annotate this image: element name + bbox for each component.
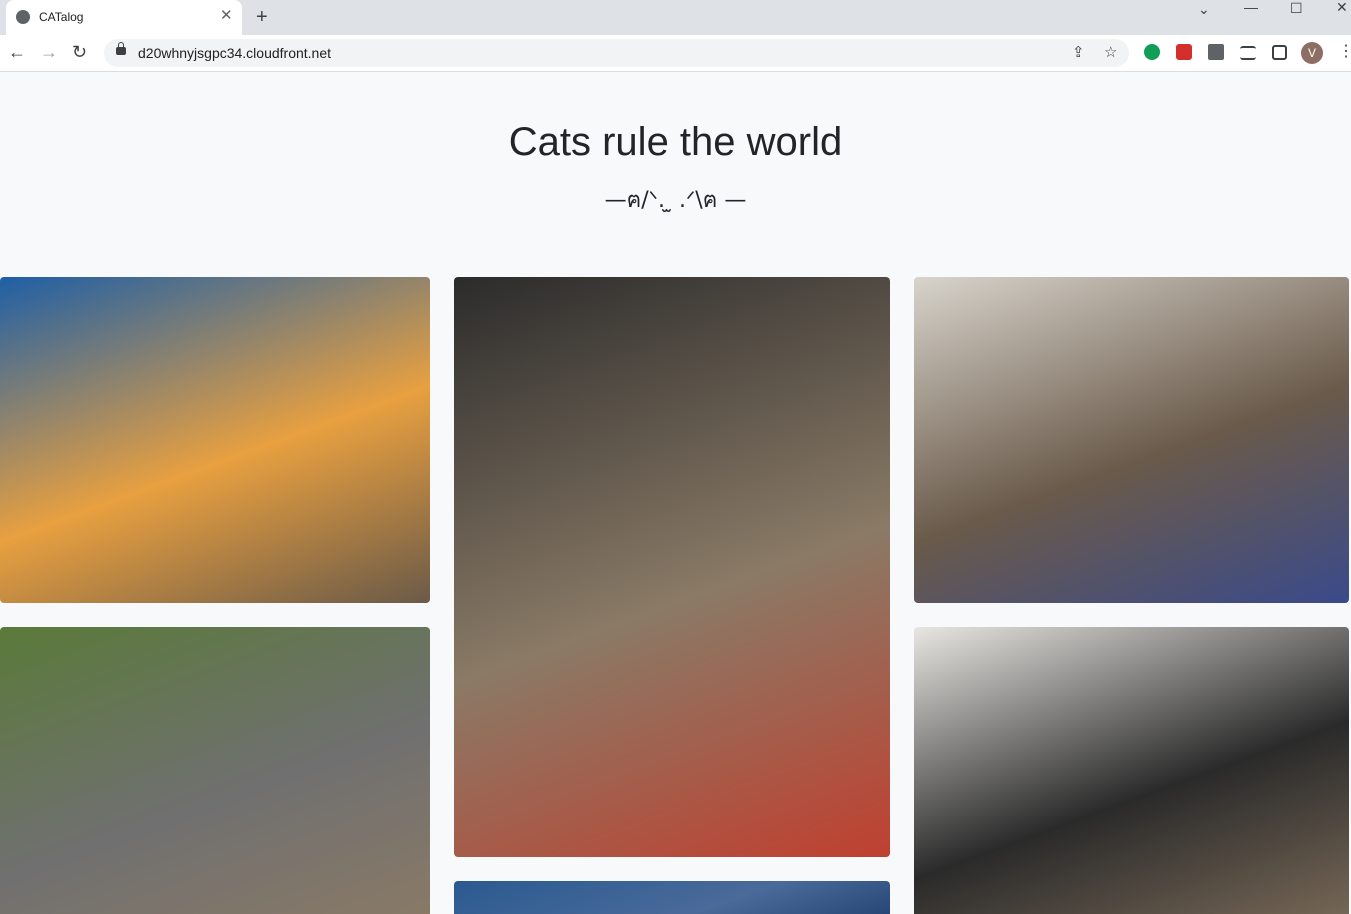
- share-icon[interactable]: ⇪: [1072, 43, 1085, 61]
- page-title: Cats rule the world: [508, 120, 843, 164]
- password-icon[interactable]: [1176, 44, 1192, 60]
- avatar[interactable]: V: [1301, 42, 1323, 64]
- tab-search-icon[interactable]: ⌄: [1198, 2, 1210, 16]
- menu-icon[interactable]: ⋮: [1338, 41, 1351, 63]
- sidepanel-icon[interactable]: [1272, 45, 1287, 60]
- cat-photo-partial: [454, 881, 890, 914]
- close-window-icon[interactable]: ✕: [1336, 0, 1348, 14]
- globe-icon: [16, 10, 30, 24]
- cat-photo-chair-mesh: [914, 627, 1349, 914]
- tab-close-icon[interactable]: ✕: [220, 8, 233, 24]
- url-text[interactable]: d20whnyjsgpc34.cloudfront.net: [138, 45, 331, 61]
- page-content: Cats rule the world —ฅ/ᐠ. ̫ .ᐟ\ฅ —: [0, 72, 1351, 914]
- new-tab-button[interactable]: +: [256, 6, 268, 28]
- forward-button[interactable]: →: [40, 41, 58, 63]
- bookmark-star-icon[interactable]: ☆: [1104, 43, 1117, 61]
- puzzle-icon[interactable]: [1208, 44, 1224, 60]
- reload-button[interactable]: ↻: [72, 41, 87, 63]
- minimize-icon[interactable]: —: [1244, 0, 1258, 14]
- page-subtitle: —ฅ/ᐠ. ̫ .ᐟ\ฅ —: [604, 188, 747, 213]
- android-icon[interactable]: [1144, 44, 1160, 60]
- lock-icon[interactable]: [116, 42, 126, 55]
- cat-photo-blue-wall: [0, 277, 430, 603]
- cat-photo-chair-tongue: [454, 277, 890, 857]
- tab-strip: CATalog ✕ + ⌄ — ☐ ✕: [0, 0, 1351, 35]
- media-icon[interactable]: [1240, 46, 1256, 60]
- browser-toolbar: ← → ↻ d20whnyjsgpc34.cloudfront.net ⇪ ☆ …: [0, 35, 1351, 72]
- maximize-icon[interactable]: ☐: [1290, 1, 1303, 15]
- tab-catalog[interactable]: CATalog ✕: [6, 0, 242, 35]
- cat-photo-sleeping: [914, 277, 1349, 603]
- back-button[interactable]: ←: [8, 41, 26, 63]
- cat-photo-garden: [0, 627, 430, 914]
- address-bar[interactable]: d20whnyjsgpc34.cloudfront.net ⇪ ☆: [104, 39, 1129, 67]
- tab-title: CATalog: [39, 10, 84, 24]
